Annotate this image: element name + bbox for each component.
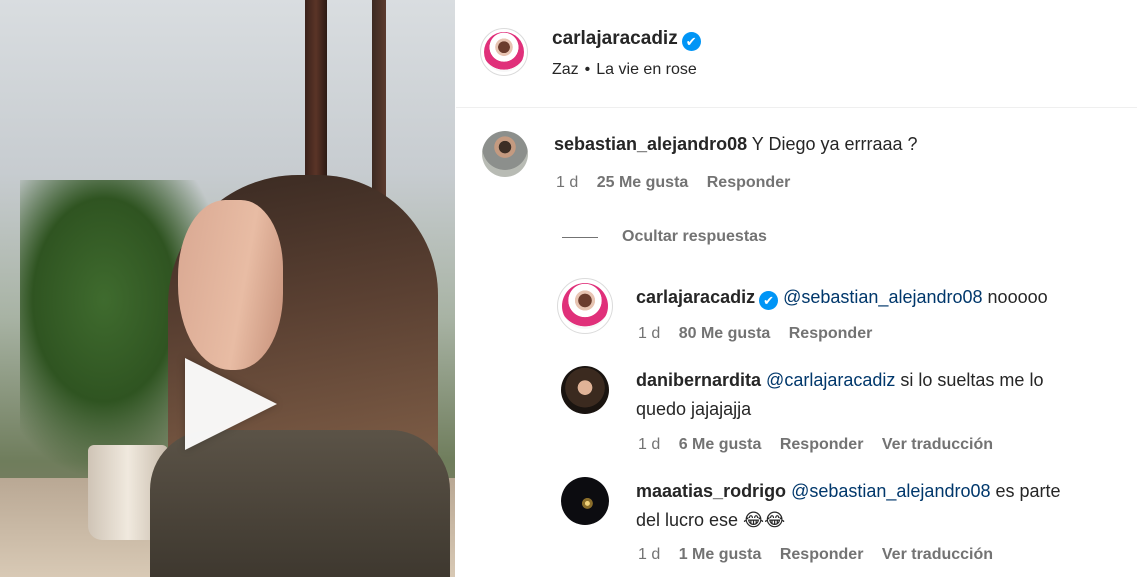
comments-panel: carlajaracadiz ✔ Zaz • La vie en rose sebas… bbox=[456, 0, 1137, 577]
verified-badge-icon: ✔ bbox=[759, 291, 779, 310]
reply-meta: 1 d 6 Me gusta Responder Ver traducción bbox=[638, 436, 1007, 454]
comment-reply-button[interactable]: Responder bbox=[707, 174, 791, 191]
reply-avatar[interactable] bbox=[561, 366, 609, 414]
reply-text-line-1: es parte bbox=[995, 481, 1061, 501]
reply-text-line-2: quedo jajajajja bbox=[636, 399, 752, 419]
reply-username[interactable]: danibernardita bbox=[636, 370, 761, 390]
comment-meta: 1 d 25 Me gusta Responder bbox=[556, 174, 804, 192]
reply-mention[interactable]: @sebastian_alejandro08 bbox=[783, 287, 982, 307]
reply-likes[interactable]: 6 Me gusta bbox=[679, 436, 762, 453]
reply-time: 1 d bbox=[638, 325, 661, 342]
reply-text-line-1: si lo sueltas me lo bbox=[900, 370, 1044, 390]
reply-username[interactable]: carlajaracadiz bbox=[636, 287, 755, 307]
reply-body: danibernardita @carlajaracadiz si lo sue… bbox=[636, 366, 1116, 424]
reply-reply-button[interactable]: Responder bbox=[780, 546, 864, 563]
hide-replies-line bbox=[562, 236, 598, 238]
reply-avatar-image bbox=[562, 283, 608, 329]
reply-line-1: maaatias_rodrigo @sebastian_alejandro08 … bbox=[636, 477, 1116, 506]
post-header: carlajaracadiz ✔ Zaz • La vie en rose bbox=[456, 0, 1137, 108]
reply-username[interactable]: maaatias_rodrigo bbox=[636, 481, 786, 501]
reply-likes[interactable]: 1 Me gusta bbox=[679, 546, 762, 563]
music-artist: Zaz bbox=[552, 61, 579, 78]
comment-username[interactable]: sebastian_alejandro08 bbox=[554, 134, 747, 154]
commenter-avatar[interactable] bbox=[482, 131, 528, 177]
comment-text: Y Diego ya errraaa ? bbox=[751, 134, 918, 154]
video-scene-person-jacket bbox=[150, 430, 450, 577]
reply-time: 1 d bbox=[638, 546, 661, 563]
comment-time: 1 d bbox=[556, 174, 579, 191]
hide-replies-label: Ocultar respuestas bbox=[622, 228, 767, 245]
see-translation-button[interactable]: Ver traducción bbox=[882, 436, 993, 453]
reply-avatar[interactable] bbox=[557, 278, 613, 334]
author-username[interactable]: carlajaracadiz bbox=[552, 28, 678, 49]
author-name-row: carlajaracadiz ✔ bbox=[552, 28, 701, 51]
reply-mention[interactable]: @sebastian_alejandro08 bbox=[791, 481, 990, 501]
see-translation-button[interactable]: Ver traducción bbox=[882, 546, 993, 563]
comment-body: sebastian_alejandro08 Y Diego ya errraaa… bbox=[554, 130, 918, 159]
reply-time: 1 d bbox=[638, 436, 661, 453]
music-title: La vie en rose bbox=[596, 61, 697, 78]
reply-mention[interactable]: @carlajaracadiz bbox=[766, 370, 895, 390]
play-icon[interactable] bbox=[185, 358, 277, 450]
video-player[interactable] bbox=[0, 0, 455, 577]
reply-body: maaatias_rodrigo @sebastian_alejandro08 … bbox=[636, 477, 1116, 535]
reply-meta: 1 d 1 Me gusta Responder Ver traducción bbox=[638, 546, 1007, 564]
comment-likes[interactable]: 25 Me gusta bbox=[597, 174, 689, 191]
reply-reply-button[interactable]: Responder bbox=[789, 325, 873, 342]
reply-body: carlajaracadiz ✔ @sebastian_alejandro08 n… bbox=[636, 283, 1116, 312]
reply-meta: 1 d 80 Me gusta Responder bbox=[638, 325, 886, 343]
reply-avatar[interactable] bbox=[561, 477, 609, 525]
reply-text: nooooo bbox=[987, 287, 1048, 307]
author-avatar-image bbox=[484, 32, 524, 72]
video-scene-person-face bbox=[178, 200, 283, 370]
verified-badge-icon: ✔ bbox=[681, 32, 701, 51]
reply-reply-button[interactable]: Responder bbox=[780, 436, 864, 453]
music-separator: • bbox=[584, 61, 591, 78]
reply-text-line-2: del lucro ese 😂😂 bbox=[636, 510, 786, 530]
hide-replies-button[interactable]: Ocultar respuestas bbox=[562, 228, 767, 246]
reply-likes[interactable]: 80 Me gusta bbox=[679, 325, 771, 342]
music-info[interactable]: Zaz • La vie en rose bbox=[552, 61, 697, 79]
author-avatar[interactable] bbox=[480, 28, 528, 76]
reply-line-1: danibernardita @carlajaracadiz si lo sue… bbox=[636, 366, 1116, 395]
